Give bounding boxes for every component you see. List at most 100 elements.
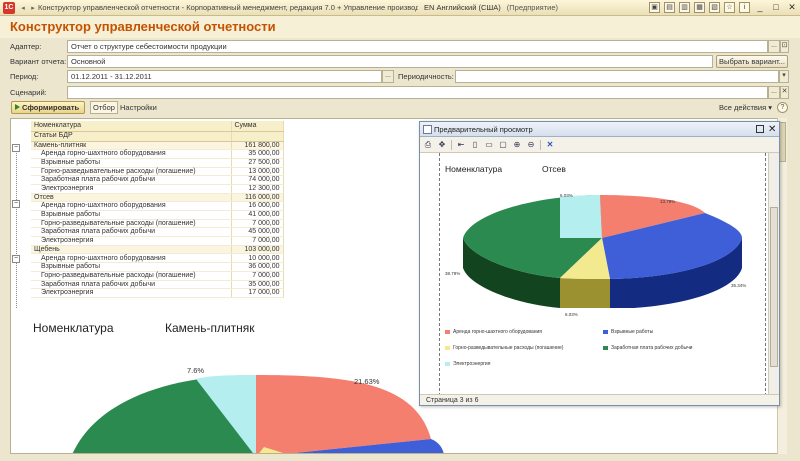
periodicity-dropdown-icon[interactable]: ▾ [779,70,789,83]
legend-item-rent: Аренда горно-шахтного оборудования [445,329,542,335]
table-row[interactable]: Электроэнергия 12 300,00 [31,184,284,194]
table-row[interactable]: Взрывные работы 27 500,00 [31,158,284,168]
table-row[interactable]: Аренда горно-шахтного оборудования 16 000… [31,201,284,211]
info-icon[interactable]: i [739,2,750,13]
zoom-out-icon[interactable]: ⊖ [526,140,536,150]
page-spread-icon[interactable]: ▢ [498,140,508,150]
scenario-select-button[interactable]: ... [768,86,780,99]
preview-label-rent: 13.79% [660,199,676,204]
table-row[interactable]: Электроэнергия 17 000,00 [31,288,284,298]
column-subheader [231,131,284,142]
collapse-group-icon[interactable]: − [12,255,20,263]
form-header: Конструктор управленческой отчетности [0,16,800,38]
close-icon[interactable]: ✕ [785,2,799,14]
item-name: Заработная плата рабочих добычи [31,175,232,185]
app-logo-icon[interactable]: 1С [3,1,15,14]
preview-maximize-icon[interactable] [756,125,764,133]
choose-variant-button[interactable]: Выбрать вариант... [716,55,788,68]
variant-field[interactable]: Основной [67,55,713,68]
legend-item-geo: Горно-разведывательные расходы (погашени… [445,345,563,351]
preview-scroll-thumb[interactable] [770,207,778,367]
preview-icon[interactable]: ▥ [679,2,690,13]
table-row[interactable]: Аренда горно-шахтного оборудования 35 000… [31,149,284,159]
language-indicator[interactable]: EN Английский (США) [424,3,501,12]
group-row[interactable]: Щебень 103 000,00 [31,245,284,255]
page-next-icon[interactable]: ▭ [484,140,494,150]
preview-chart-heading: Номенклатура [445,164,503,174]
adapter-open-button[interactable]: ⊡ [780,40,789,53]
item-value: 45 000,00 [231,227,284,238]
table-row[interactable]: Заработная плата рабочих добычи 35 000,00 [31,280,284,290]
table-row[interactable]: Горно-разведывательные расходы (погашени… [31,167,284,177]
titlebar-tools: ▣ ▤ ▥ ▦ ▧ ☆ i _ □ ✕ [647,2,800,14]
item-name: Горно-разведывательные расходы (погашени… [31,271,232,281]
collapse-group-icon[interactable]: − [12,144,20,152]
table-header-row[interactable]: Номенклатура Сумма [31,121,284,132]
close-preview-icon[interactable]: ✕ [545,140,555,150]
adapter-select-button[interactable]: ... [768,40,780,53]
preview-close-icon[interactable]: ✕ [768,122,776,137]
group-total: 116 000,00 [231,193,284,203]
item-name: Электроэнергия [31,184,232,194]
period-row: Период: 01.12.2011 - 31.12.2011 ... Пери… [0,70,800,84]
back-arrow-icon[interactable]: ◂ [18,4,28,12]
item-name: Заработная плата рабочих добычи [31,280,232,290]
print-icon[interactable]: ⎙ [423,140,433,150]
page-prev-icon[interactable]: ▯ [470,140,480,150]
item-name: Электроэнергия [31,288,232,298]
settings-button[interactable]: Настройки [120,103,157,112]
table-row[interactable]: Взрывные работы 36 000,00 [31,262,284,272]
forward-arrow-icon[interactable]: ▸ [28,4,38,12]
table-row[interactable]: Горно-разведывательные расходы (погашени… [31,271,284,281]
pie-side-geo [560,278,610,308]
preview-window[interactable]: Предварительный просмотр ✕ ⎙ ✥ ⇤ ▯ ▭ ▢ ⊕… [419,121,780,406]
legend-item-power: Электроэнергия [445,361,490,367]
all-actions-menu[interactable]: Все действия ▾ [719,103,772,112]
period-select-button[interactable]: ... [382,70,394,83]
minimize-icon[interactable]: _ [753,2,767,14]
collapse-group-icon[interactable]: − [12,200,20,208]
preview-scrollbar[interactable] [768,153,779,396]
item-value: 36 000,00 [231,262,284,272]
toolbar-separator [451,139,452,150]
zoom-in-icon[interactable]: ⊕ [512,140,522,150]
preview-label-power: 6.03% [560,193,573,198]
preview-page: Номенклатура Отсев 6.03% 13.79% 35.34% 6… [420,153,768,396]
column-header: Сумма [231,121,284,132]
toolbar-separator [540,139,541,150]
favorites-icon[interactable]: ☆ [724,2,735,13]
filter-button[interactable]: Отбор [90,101,118,114]
scenario-field[interactable] [67,86,768,99]
generate-report-button[interactable]: Сформировать [11,101,85,114]
maximize-icon[interactable]: □ [769,2,783,14]
move-icon[interactable]: ✥ [437,140,447,150]
period-field[interactable]: 01.12.2011 - 31.12.2011 [67,70,382,83]
legend-swatch [445,345,450,350]
adapter-row: Адаптер: Отчет о структуре себестоимости… [0,40,800,54]
group-row[interactable]: Камень-плитняк 161 800,00 [31,141,284,151]
play-icon [15,104,20,110]
save-icon[interactable]: ▣ [649,2,660,13]
calendar-icon[interactable]: ▧ [709,2,720,13]
group-row[interactable]: Отсев 116 000,00 [31,193,284,203]
scenario-clear-icon[interactable]: ✕ [780,86,789,99]
preview-status: Страница 3 из 6 [420,394,779,405]
item-value: 27 500,00 [231,158,284,168]
legend-swatch [445,361,450,366]
table-row[interactable]: Взрывные работы 41 000,00 [31,210,284,220]
calculator-icon[interactable]: ▦ [694,2,705,13]
periodicity-field[interactable] [455,70,779,83]
table-header-row[interactable]: Статьи БДР [31,131,284,142]
page-first-icon[interactable]: ⇤ [456,140,466,150]
item-name: Заработная плата рабочих добычи [31,227,232,238]
table-row[interactable]: Заработная плата рабочих добычи 74 000,00 [31,175,284,185]
table-row[interactable]: Горно-разведывательные расходы (погашени… [31,219,284,229]
table-row[interactable]: Электроэнергия 7 000,00 [31,236,284,246]
chart-group-title: Камень-плитняк [165,321,255,335]
table-row[interactable]: Заработная плата рабочих добычи 45 000,00 [31,227,284,238]
adapter-field[interactable]: Отчет о структуре себестоимости продукци… [67,40,768,53]
scroll-thumb[interactable] [779,122,786,162]
table-row[interactable]: Аренда горно-шахтного оборудования 10 000… [31,253,284,264]
help-icon[interactable]: ? [777,102,788,113]
print-icon[interactable]: ▤ [664,2,675,13]
